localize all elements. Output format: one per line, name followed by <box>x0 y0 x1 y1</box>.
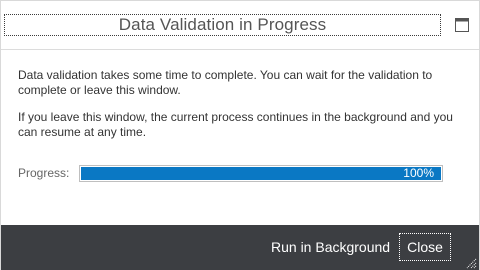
close-button[interactable]: Close <box>399 233 451 261</box>
dialog-title: Data Validation in Progress <box>118 15 327 34</box>
dialog-titlebar: Data Validation in Progress <box>1 1 479 50</box>
info-paragraph-2: If you leave this window, the current pr… <box>18 110 453 139</box>
progress-value: 100% <box>403 165 434 180</box>
resize-grip-icon[interactable] <box>465 256 477 269</box>
progress-row: Progress: 100% <box>18 164 448 182</box>
dialog-title-focus-box: Data Validation in Progress <box>4 14 441 36</box>
dialog-footer: Run in Background Close <box>1 225 479 270</box>
progress-bar: 100% <box>79 164 443 182</box>
window-restore-icon[interactable] <box>453 16 471 34</box>
dialog-content: Data validation takes some time to compl… <box>18 68 463 152</box>
info-paragraph-1: Data validation takes some time to compl… <box>18 68 433 97</box>
validation-dialog: Data Validation in Progress Data validat… <box>0 0 480 270</box>
progress-label: Progress: <box>18 166 70 180</box>
progress-bar-fill: 100% <box>81 165 441 180</box>
run-in-background-button[interactable]: Run in Background <box>267 237 394 257</box>
